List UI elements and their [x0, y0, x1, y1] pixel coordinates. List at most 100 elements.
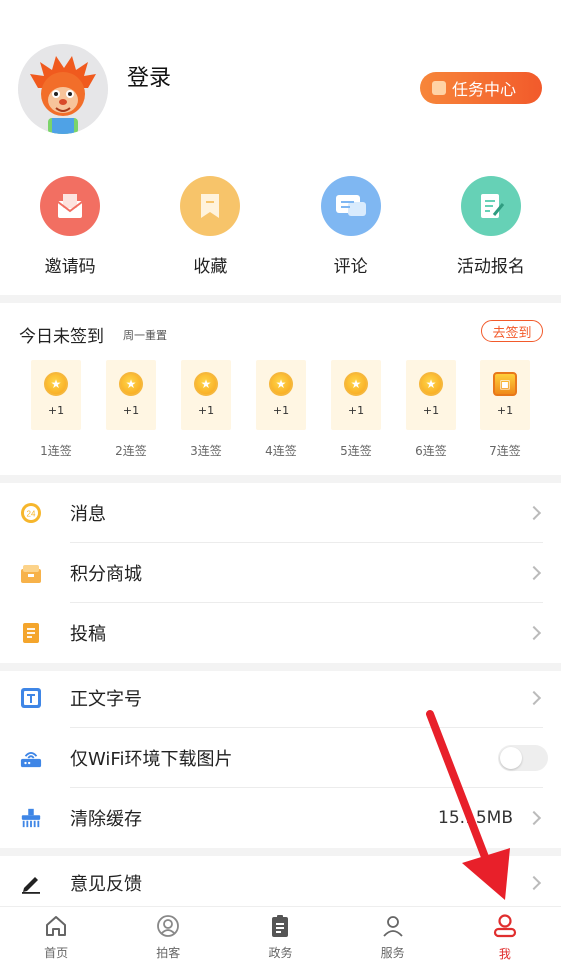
clipboard-icon [272, 914, 289, 937]
task-center-label: 任务中心 [452, 80, 517, 99]
message-icon: 24 [20, 502, 42, 524]
tab-label: 首页 [44, 945, 69, 960]
star-coin-icon: ★ [419, 372, 443, 396]
bookmark-icon [180, 176, 241, 236]
signin-day-bonus: +1 [496, 404, 514, 417]
tab-service[interactable]: 服务 [337, 907, 449, 967]
quick-action-label: 收藏 [193, 257, 228, 277]
signin-day-2: ★ +1 [106, 360, 156, 430]
signin-day-bonus: +1 [347, 404, 365, 417]
store-icon [20, 562, 42, 584]
person-icon [382, 915, 403, 937]
quick-actions: 邀请码 收藏 评论 活动报名 [0, 176, 561, 288]
clear-cache-icon [20, 807, 42, 829]
menu-group-3: 意见反馈 [0, 855, 561, 910]
signin-day-4: ★ +1 [256, 360, 306, 430]
signin-panel: 今日未签到 周一重置 去签到 ★ +1 1连签 ★ +1 2连签 ★ +1 3连… [0, 304, 561, 474]
menu-item-submit[interactable]: 投稿 [0, 603, 561, 663]
tab-label: 拍客 [156, 945, 181, 960]
quick-action-label: 活动报名 [456, 257, 525, 277]
signin-day-label: 1连签 [40, 444, 72, 458]
chevron-right-icon [526, 810, 542, 826]
menu-item-font-size[interactable]: 正文字号 [0, 668, 561, 728]
menu-item-points-store[interactable]: 积分商城 [0, 543, 561, 603]
signin-day-label: 2连签 [115, 444, 147, 458]
tab-paike[interactable]: 拍客 [112, 907, 224, 967]
signin-day-label: 3连签 [190, 444, 222, 458]
signin-day-bonus: +1 [122, 404, 140, 417]
mascot-avatar-icon [18, 44, 108, 134]
profile-header: 登录 任务中心 [0, 0, 561, 160]
mail-icon [40, 176, 101, 236]
signin-day-5: ★ +1 [331, 360, 381, 430]
signin-day-label: 7连签 [489, 444, 521, 458]
signin-days: ★ +1 1连签 ★ +1 2连签 ★ +1 3连签 ★ +1 4连签 ★ +1… [0, 360, 561, 460]
quick-action-event-signup[interactable]: 活动报名 [421, 176, 561, 288]
star-coin-icon: ★ [344, 372, 368, 396]
menu-item-clear-cache[interactable]: 清除缓存 15.15MB [0, 788, 561, 848]
star-coin-icon: ★ [269, 372, 293, 396]
signin-day-label: 5连签 [340, 444, 372, 458]
signin-day-bonus: +1 [272, 404, 290, 417]
menu-group-2: 正文字号 仅WiFi环境下载图片 清除缓存 15.15MB [0, 668, 561, 848]
tab-me[interactable]: 我 [449, 907, 561, 967]
tab-home[interactable]: 首页 [0, 907, 112, 967]
signin-day-3: ★ +1 [181, 360, 231, 430]
signin-title: 今日未签到 [19, 327, 104, 347]
menu-item-label: 消息 [70, 504, 106, 525]
feedback-icon [20, 872, 42, 894]
quick-action-favorites[interactable]: 收藏 [140, 176, 280, 288]
quick-action-comments[interactable]: 评论 [281, 176, 421, 288]
menu-item-label: 投稿 [70, 624, 106, 645]
menu-group-1: 24 消息 积分商城 投稿 [0, 483, 561, 663]
chevron-right-icon [526, 505, 542, 521]
section-divider [0, 475, 561, 483]
chevron-right-icon [526, 690, 542, 706]
menu-item-label: 积分商城 [70, 564, 142, 585]
wifi-only-toggle[interactable] [498, 745, 548, 771]
tab-label: 政务 [268, 945, 293, 960]
cache-size-value: 15.15MB [438, 808, 513, 828]
signup-icon [460, 176, 521, 236]
login-link[interactable]: 登录 [127, 60, 171, 92]
signin-button[interactable]: 去签到 [481, 320, 543, 342]
signin-day-bonus: +1 [422, 404, 440, 417]
signin-day-7: ▣ +1 [480, 360, 530, 430]
signin-subtitle: 周一重置 [123, 329, 167, 342]
chevron-right-icon [526, 875, 542, 890]
font-size-icon [20, 687, 42, 709]
tab-label: 服务 [380, 945, 405, 960]
signin-day-label: 4连签 [265, 444, 297, 458]
camera-user-icon [157, 914, 180, 937]
tab-label: 我 [498, 946, 511, 961]
gift-box-icon: ▣ [493, 372, 517, 396]
toggle-knob [500, 747, 522, 769]
menu-item-label: 清除缓存 [70, 809, 142, 830]
svg-text:24: 24 [27, 510, 36, 519]
menu-item-feedback[interactable]: 意见反馈 [0, 855, 561, 910]
star-coin-icon: ★ [119, 372, 143, 396]
me-icon [493, 913, 516, 937]
signin-day-bonus: +1 [47, 404, 65, 417]
wifi-icon [20, 747, 42, 769]
task-center-button[interactable]: 任务中心 [420, 72, 542, 104]
star-coin-icon: ★ [194, 372, 218, 396]
star-coin-icon: ★ [44, 372, 68, 396]
signin-day-1: ★ +1 [31, 360, 81, 430]
menu-item-messages[interactable]: 24 消息 [0, 483, 561, 543]
menu-item-label: 正文字号 [70, 689, 142, 710]
menu-item-label: 仅WiFi环境下载图片 [70, 749, 233, 770]
comment-icon [320, 176, 381, 236]
chevron-right-icon [526, 625, 542, 641]
avatar[interactable] [18, 44, 108, 134]
quick-action-label: 邀请码 [44, 257, 96, 277]
section-divider [0, 295, 561, 303]
signin-day-label: 6连签 [415, 444, 447, 458]
quick-action-label: 评论 [333, 257, 368, 277]
chevron-right-icon [526, 565, 542, 581]
signin-day-bonus: +1 [197, 404, 215, 417]
submit-icon [20, 622, 42, 644]
home-icon [46, 915, 67, 936]
quick-action-invite-code[interactable]: 邀请码 [0, 176, 140, 288]
tab-government[interactable]: 政务 [224, 907, 336, 967]
